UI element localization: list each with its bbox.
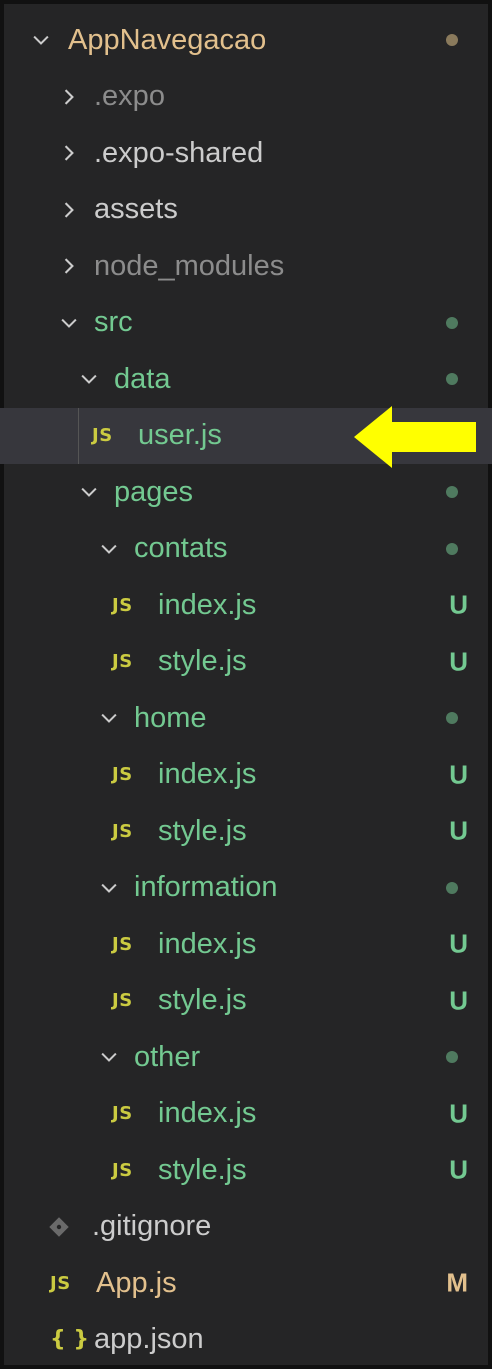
tree-root-label: AppNavegacao [68,23,267,56]
git-status-badge: U [449,815,468,846]
folder-pages[interactable]: pages [0,464,492,521]
file-app-js[interactable]: JS App.js M [0,1255,492,1312]
tree-item-label: style.js [158,984,247,1017]
tree-item-label: style.js [158,814,247,847]
tree-item-label: home [134,701,207,734]
chevron-down-icon [92,1046,126,1068]
file-index-js[interactable]: JS index.js U [0,747,492,804]
tree-item-label: .expo [94,80,165,113]
tree-item-label: app.json [94,1323,204,1356]
file-style-js[interactable]: JS style.js U [0,1142,492,1199]
git-status-badge: U [449,1154,468,1185]
folder-expo-shared[interactable]: .expo-shared [0,125,492,182]
file-index-js[interactable]: JS index.js U [0,1086,492,1143]
tree-item-label: node_modules [94,249,285,282]
json-icon: { } [50,1327,89,1353]
js-icon: JS [112,820,133,842]
git-status-badge: U [449,1098,468,1129]
folder-status-dot [446,34,458,47]
tree-item-label: .gitignore [92,1210,212,1243]
folder-status-dot [446,1051,458,1064]
folder-assets[interactable]: assets [0,182,492,239]
tree-item-label: other [134,1040,201,1073]
js-icon: JS [112,594,133,616]
js-icon: JS [112,651,133,673]
chevron-right-icon [52,142,86,164]
chevron-right-icon [52,255,86,277]
folder-status-dot [446,316,458,329]
file-app-json[interactable]: { } app.json [0,1312,492,1369]
chevron-down-icon [72,368,106,390]
tree-root-folder[interactable]: AppNavegacao [0,12,492,69]
js-icon: JS [112,933,133,955]
chevron-down-icon [92,707,126,729]
folder-status-dot [446,542,458,555]
tree-item-label: index.js [158,588,257,621]
folder-data[interactable]: data [0,351,492,408]
tree-item-label: style.js [158,645,247,678]
file-style-js[interactable]: JS style.js U [0,803,492,860]
tree-item-label: pages [114,475,194,508]
chevron-down-icon [92,877,126,899]
tree-item-label: style.js [158,1153,247,1186]
file-gitignore[interactable]: .gitignore [0,1199,492,1256]
tree-item-label: src [94,306,133,339]
git-status-badge: U [449,928,468,959]
file-index-js[interactable]: JS index.js U [0,916,492,973]
folder-other[interactable]: other [0,1029,492,1086]
folder-expo[interactable]: .expo [0,69,492,126]
folder-status-dot [446,373,458,386]
folder-src[interactable]: src [0,295,492,352]
tree-item-label: .expo-shared [94,136,264,169]
tree-item-label: App.js [96,1266,177,1299]
git-status-badge: M [446,1267,468,1298]
js-icon: JS [50,1272,71,1294]
js-icon: JS [112,1159,133,1181]
js-icon: JS [92,425,113,447]
file-explorer-panel: AppNavegacao .expo .expo-shared assets n… [0,0,492,1369]
js-icon: JS [112,764,133,786]
js-icon: JS [112,990,133,1012]
indent-guide [78,407,79,464]
git-icon [48,1216,92,1238]
tree-item-label: contats [134,532,228,565]
tree-item-label: assets [94,193,178,226]
chevron-down-icon [72,481,106,503]
folder-status-dot [446,486,458,499]
tree-item-label: user.js [138,419,222,452]
js-icon: JS [112,1103,133,1125]
file-tree: AppNavegacao .expo .expo-shared assets n… [0,12,492,1368]
annotation-arrow-icon [354,406,476,468]
git-status-badge: U [449,589,468,620]
folder-status-dot [446,712,458,725]
chevron-right-icon [52,199,86,221]
tree-item-label: information [134,871,278,904]
folder-status-dot [446,881,458,894]
file-style-js[interactable]: JS style.js U [0,973,492,1030]
tree-item-label: data [114,362,171,395]
tree-item-label: index.js [158,1097,257,1130]
folder-node-modules[interactable]: node_modules [0,238,492,295]
chevron-down-icon [92,538,126,560]
file-index-js[interactable]: JS index.js U [0,577,492,634]
chevron-right-icon [52,86,86,108]
git-status-badge: U [449,759,468,790]
file-style-js[interactable]: JS style.js U [0,634,492,691]
git-status-badge: U [449,985,468,1016]
chevron-down-icon [52,312,86,334]
tree-item-label: index.js [158,758,257,791]
git-status-badge: U [449,646,468,677]
folder-contats[interactable]: contats [0,521,492,578]
chevron-down-icon [24,29,58,51]
folder-home[interactable]: home [0,690,492,747]
folder-information[interactable]: information [0,860,492,917]
tree-item-label: index.js [158,927,257,960]
